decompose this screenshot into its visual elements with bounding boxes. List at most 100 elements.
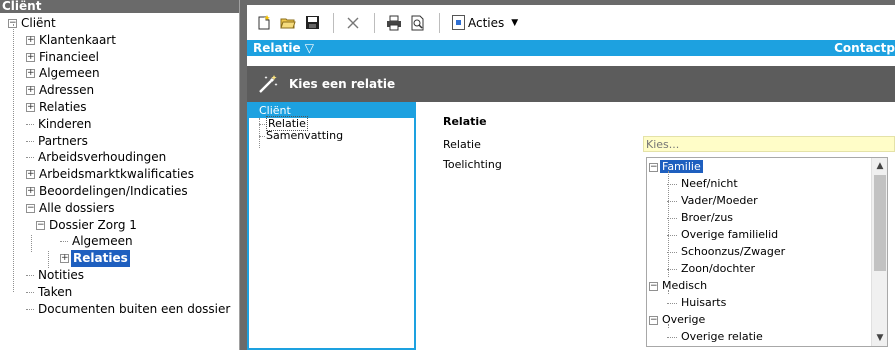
tree-line [259,118,260,148]
tree-item[interactable]: Algemeen [60,233,135,250]
toolbar-separator [374,12,375,33]
chevron-down-icon: ▼ [511,17,519,28]
tree-item[interactable]: − Cliënt [8,15,58,32]
expand-icon[interactable]: + [26,69,35,79]
tree-item-label: Adressen [39,83,95,98]
delete-icon[interactable] [342,12,364,34]
spacer [247,56,895,66]
collapse-icon[interactable]: − [26,203,35,213]
tree-item[interactable]: Notities [26,267,86,284]
dropdown-option-label: Broer/zus [681,211,734,224]
tree-item[interactable]: Kinderen [26,116,93,133]
tree-item-label: Algemeen [39,66,100,81]
dropdown-option-label: Overige familielid [681,228,779,241]
tree-item[interactable]: + Relaties [26,99,89,116]
expand-icon[interactable]: + [60,254,69,264]
tree-item[interactable]: Taken [26,284,74,301]
dropdown-option-label: Vader/Moeder [681,194,758,207]
dropdown-option[interactable]: Schoonzus/Zwager [667,243,787,260]
main-content: Acties ▼ Relatie ▽ Contactp Kies een rel… [247,0,895,350]
dropdown-option-label: Neef/nicht [681,177,738,190]
collapse-icon[interactable]: − [36,220,45,230]
dropdown-group[interactable]: − Medisch [649,277,709,294]
tree-item-label: Kinderen [38,116,92,131]
collapse-icon[interactable]: − [649,162,658,172]
expand-icon[interactable]: + [26,35,35,45]
dropdown-scrollbar[interactable]: ▲ ▼ [871,158,887,346]
expand-icon[interactable]: + [26,86,35,96]
tree-item[interactable]: + Algemeen [26,65,102,82]
expand-icon[interactable]: + [26,187,35,196]
navigation-tree-panel: Cliënt − Cliënt + Klantenkaart + Financieel + A… [0,0,240,350]
toolbar-separator [439,12,440,33]
dropdown-option[interactable]: Vader/Moeder [667,192,760,209]
tree-item-label: Algemeen [72,234,133,249]
dropdown-option[interactable]: Huisarts [667,294,728,311]
tree-connector [26,308,34,310]
tree-connector [26,275,34,276]
dropdown-option[interactable]: Overige relatie [667,328,765,345]
tree-item-label: Relaties [39,100,87,114]
panel-splitter[interactable] [240,0,247,350]
acties-menu-button[interactable]: Acties ▼ [448,15,522,30]
tree-connector [60,241,68,243]
collapse-icon[interactable]: − [649,315,658,325]
print-preview-icon[interactable] [407,12,429,34]
tree-item[interactable]: + Relaties [60,250,130,268]
tree-line [48,251,49,268]
tree-item-label: Arbeidsverhoudingen [38,150,167,165]
open-folder-icon[interactable] [277,12,299,34]
tree-item[interactable]: − Dossier Zorg 1 [36,217,139,234]
acties-label: Acties [468,15,505,30]
tree-item-label: Taken [38,284,73,299]
wizard-body: Cliënt Relatie Samenvatting Relatie Rela… [247,102,895,350]
scroll-down-icon[interactable]: ▼ [872,330,887,346]
dropdown-option-label: Zoon/dochter [681,262,756,275]
tree-line [13,24,14,292]
context-title[interactable]: Relatie ▽ [253,41,314,55]
print-icon[interactable] [383,12,405,34]
tree-item[interactable]: − Alle dossiers [26,200,116,217]
toolbar-separator [333,12,334,33]
tree-connector [26,140,34,142]
collapse-icon[interactable]: − [649,281,658,291]
tree-item[interactable]: + Beoordelingen/Indicaties [26,183,190,200]
tree-line [31,235,32,252]
tree-item[interactable]: + Klantenkaart [26,32,118,49]
dropdown-option[interactable]: Broer/zus [667,209,735,226]
expand-icon[interactable]: + [26,52,35,62]
relatie-label: Relatie [443,138,481,151]
tree-item[interactable]: + Financieel [26,49,101,66]
wizard-title: Kies een relatie [289,77,396,91]
tree-item[interactable]: + Arbeidsmarktkwalificaties [26,166,196,183]
tree-item[interactable]: Arbeidsverhoudingen [26,149,168,166]
wizard-step-samenvatting[interactable]: Samenvatting [249,130,414,142]
expand-icon[interactable]: + [26,170,35,180]
new-document-icon[interactable] [253,12,275,34]
relatie-select-input[interactable] [643,136,895,152]
tree-item-label: Notities [38,268,85,282]
dropdown-option[interactable]: Overige familielid [667,226,780,243]
tree-item-label: Partners [38,133,88,148]
save-icon[interactable] [301,12,323,34]
dropdown-option-label: Familie [660,160,703,173]
expand-icon[interactable]: + [26,103,35,112]
dropdown-option-label: Huisarts [681,296,727,309]
dropdown-option-label: Overige relatie [681,330,763,343]
tree-item[interactable]: Partners [26,133,90,150]
dropdown-group[interactable]: − Overige [649,311,707,328]
dropdown-option[interactable]: Neef/nicht [667,175,740,192]
tree-item[interactable]: Documenten buiten een dossier [26,301,232,318]
magic-wand-icon [257,73,279,95]
relatie-dropdown-list[interactable]: − Familie Neef/nicht Vader/Moeder Broer/zus O… [646,157,888,347]
tree-item-label: Alle dossiers [39,200,115,215]
section-title: Relatie [443,115,487,128]
dropdown-group[interactable]: − Familie [649,158,703,175]
tree-line [668,290,669,294]
tree-item[interactable]: + Adressen [26,82,96,99]
scroll-up-icon[interactable]: ▲ [872,158,887,174]
tree-panel-title: Cliënt [0,0,239,13]
scrollbar-thumb[interactable] [874,175,886,271]
dropdown-option[interactable]: Zoon/dochter [667,260,757,277]
context-right-label[interactable]: Contactp [834,40,895,56]
